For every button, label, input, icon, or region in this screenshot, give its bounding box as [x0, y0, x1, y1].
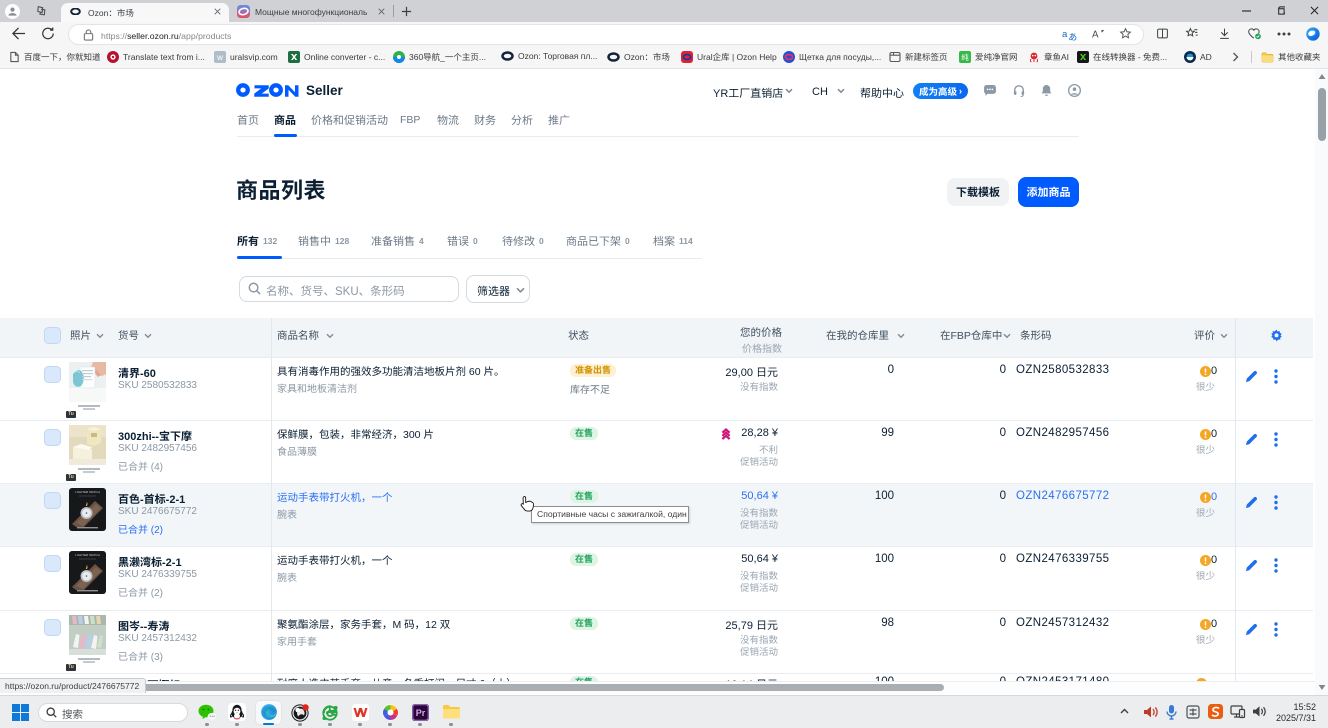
svg-text:Pr: Pr — [416, 708, 426, 718]
svg-text:w: w — [216, 53, 223, 62]
svg-text:LIGHTER WATCH: LIGHTER WATCH — [75, 490, 100, 494]
svg-text:A: A — [1092, 30, 1099, 41]
svg-text:LIGHTER WATCH: LIGHTER WATCH — [75, 553, 100, 557]
svg-text:あ: あ — [1068, 32, 1077, 41]
svg-text:纯: 纯 — [961, 52, 969, 63]
svg-text:a: a — [1062, 29, 1068, 40]
